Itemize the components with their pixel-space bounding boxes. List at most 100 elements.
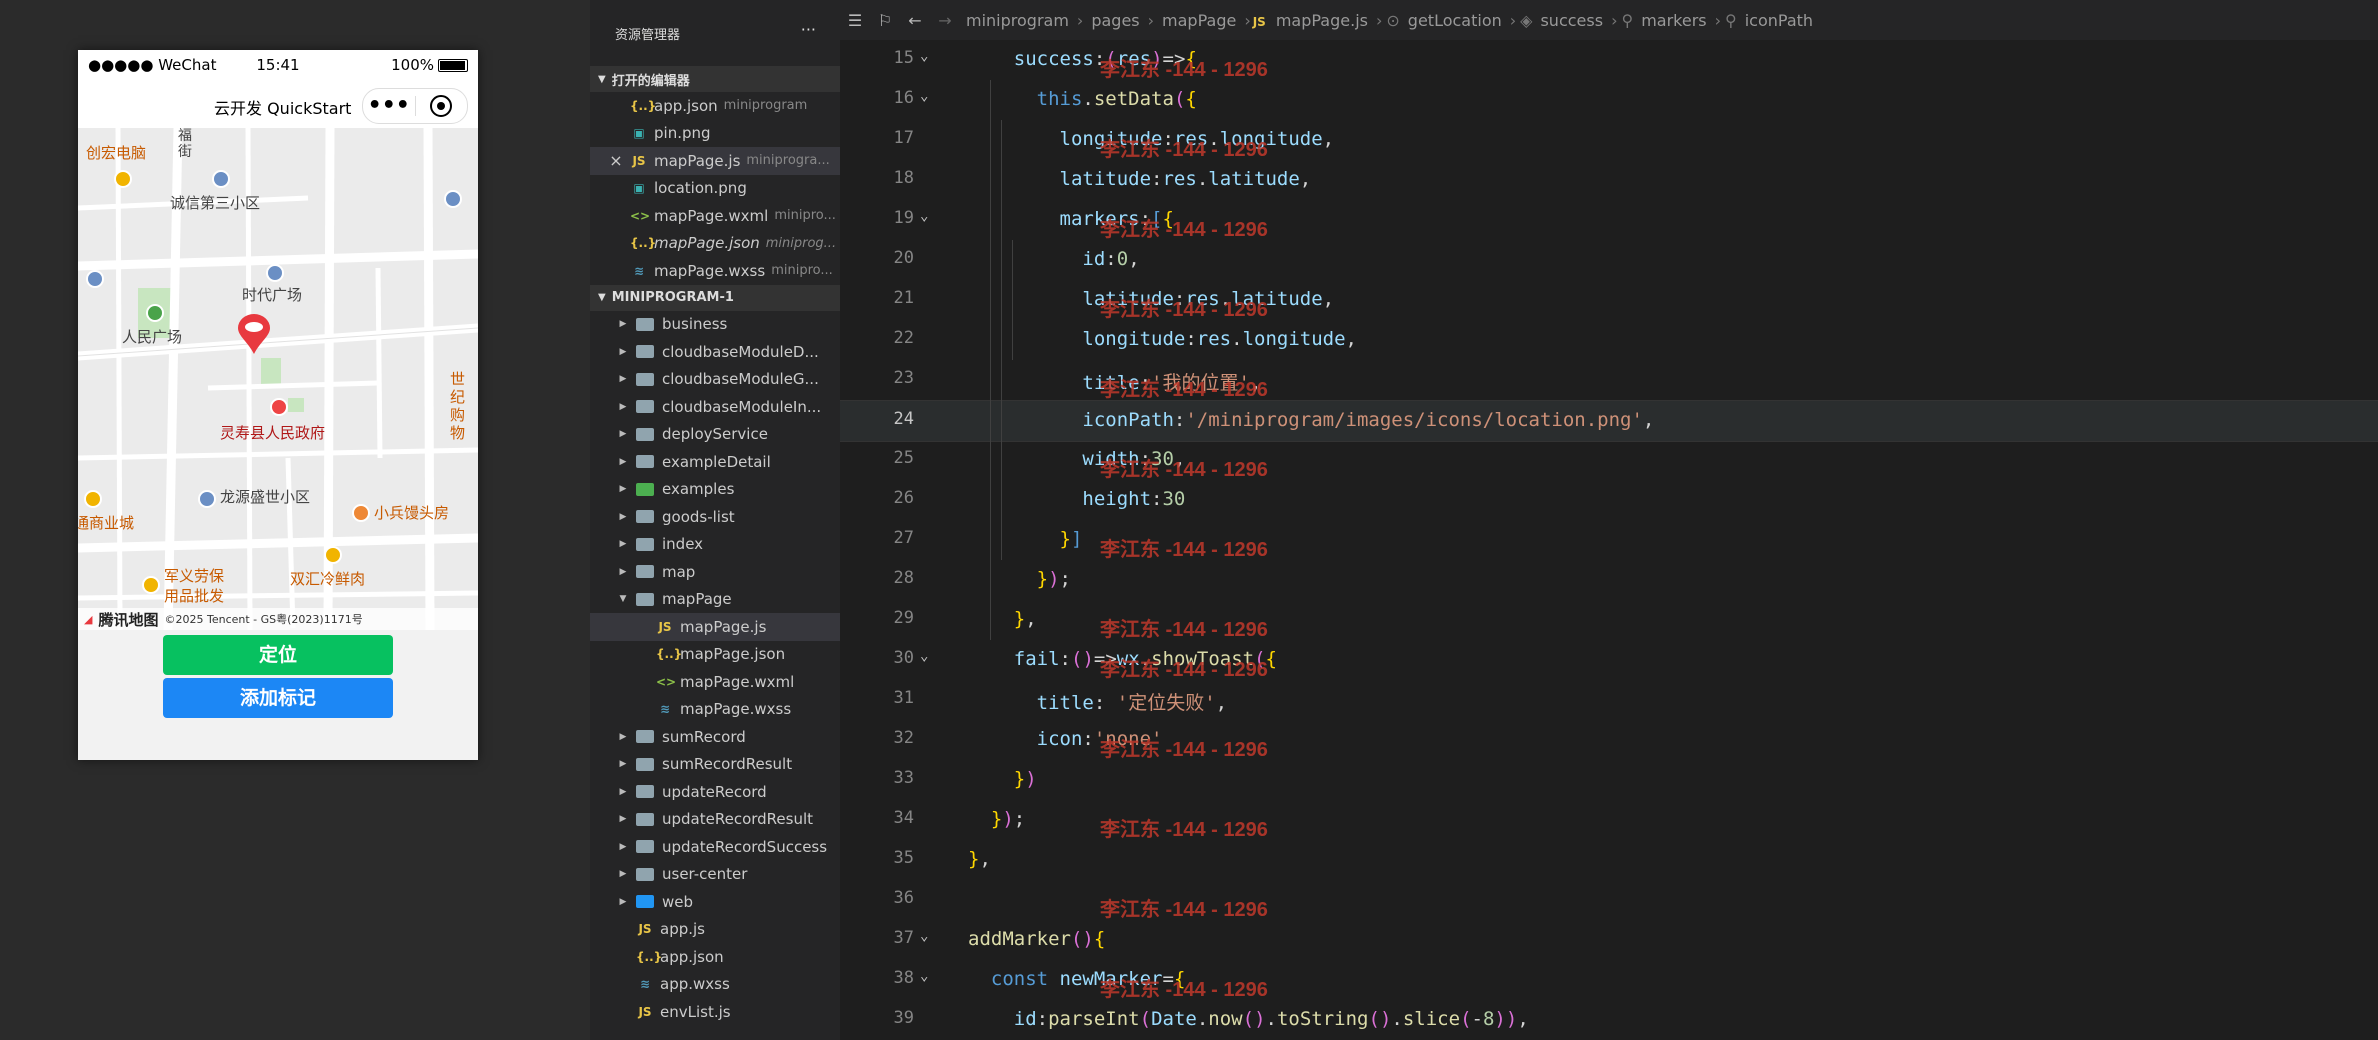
folder-item[interactable]: ▶ map [590, 558, 840, 586]
breadcrumb-item[interactable]: markers [1641, 11, 1706, 30]
folder-item[interactable]: ▶ exampleDetail [590, 448, 840, 476]
code-line[interactable]: 17 longitude:res.longitude, 李江东 -144 - 12… [840, 120, 2378, 161]
fold-chevron-icon[interactable]: ⌄ [920, 928, 928, 944]
folder-item[interactable]: ▶ cloudbaseModuleD... [590, 338, 840, 366]
project-section[interactable]: ▼ MINIPROGRAM-1 [590, 284, 840, 311]
code-line[interactable]: 39 id:parseInt(Date.now().toString().sli… [840, 1000, 2378, 1040]
code-line[interactable]: 28 }); [840, 560, 2378, 600]
code-line[interactable]: 18 latitude:res.latitude, [840, 160, 2378, 200]
more-icon[interactable]: ••• [363, 95, 415, 117]
folder-item[interactable]: ▶ sumRecordResult [590, 751, 840, 779]
folder-item[interactable]: ▶ updateRecordSuccess [590, 833, 840, 861]
breadcrumb-item[interactable]: getLocation [1408, 11, 1502, 30]
folder-item[interactable]: ▶ deployService [590, 421, 840, 449]
file-name: web [662, 892, 694, 911]
back-arrow-icon[interactable]: ← [900, 11, 930, 30]
open-editor-item[interactable]: ▣ pin.png [590, 120, 840, 148]
close-miniprogram-button[interactable] [415, 95, 467, 117]
breadcrumb-item[interactable]: miniprogram [966, 11, 1069, 30]
code-line[interactable]: 16 ⌄ this.setData({ [840, 80, 2378, 120]
code-line[interactable]: 26 height:30 [840, 480, 2378, 520]
chevron-right-icon: ▶ [619, 896, 627, 907]
code-line[interactable]: 24 iconPath:'/miniprogram/images/icons/l… [840, 400, 2378, 442]
folder-item[interactable]: ▶ business [590, 311, 840, 339]
location-marker-icon[interactable] [236, 314, 272, 354]
code-line[interactable]: 22 longitude:res.longitude, [840, 320, 2378, 360]
file-item[interactable]: ≋ mapPage.wxss [590, 696, 840, 724]
map-view[interactable]: 创宏电脑 福街 诚信第三小区 时代广场 人民广场 灵寿县人民政府 世纪购物 龙源… [78, 128, 478, 630]
fold-chevron-icon[interactable]: ⌄ [920, 648, 928, 664]
breadcrumb-item[interactable]: success [1540, 11, 1603, 30]
code-line[interactable]: 32 icon:'none' 李江东 -144 - 1296 [840, 720, 2378, 761]
folder-item[interactable]: ▶ updateRecord [590, 778, 840, 806]
folder-item[interactable]: ▶ examples [590, 476, 840, 504]
close-icon[interactable]: × [608, 151, 624, 170]
fold-chevron-icon[interactable]: ⌄ [920, 968, 928, 984]
code-line[interactable]: 33 }) [840, 760, 2378, 800]
breadcrumb-item[interactable]: mapPage.js [1276, 11, 1368, 30]
file-item[interactable]: ≋ app.wxss [590, 971, 840, 999]
folder-item[interactable]: ▼ mapPage [590, 586, 840, 614]
map-poi-icon [198, 490, 216, 508]
code-line[interactable]: 31 title: '定位失败', [840, 680, 2378, 720]
code-line[interactable]: 21 latitude:res.latitude, 李江东 -144 - 1296 [840, 280, 2378, 321]
locate-button[interactable]: 定位 [163, 635, 393, 675]
file-name: cloudbaseModuleIn... [662, 397, 822, 416]
file-item[interactable]: JS app.js [590, 916, 840, 944]
forward-arrow-icon[interactable]: → [930, 11, 960, 30]
folder-item[interactable]: ▶ sumRecord [590, 723, 840, 751]
open-editor-item[interactable]: {..} mapPage.json miniprog... [590, 230, 840, 258]
code-line[interactable]: 19 ⌄ markers:[{李江东 -144 - 1296 [840, 200, 2378, 241]
capsule-button[interactable]: ••• [362, 88, 468, 124]
bookmark-icon[interactable]: ⚐ [870, 11, 900, 30]
more-actions-icon[interactable]: ··· [801, 20, 816, 39]
folder-icon [636, 812, 654, 826]
file-item[interactable]: {..} mapPage.json [590, 641, 840, 669]
open-editor-item[interactable]: × JS mapPage.js miniprogra... [590, 147, 840, 175]
folder-item[interactable]: ▶ index [590, 531, 840, 559]
code-area[interactable]: 15 ⌄ success:(res)=>{李江东 -144 - 1296 16 ⌄ t… [840, 40, 2378, 1040]
json-file-icon: {..} [656, 647, 683, 662]
fold-chevron-icon[interactable]: ⌄ [920, 88, 928, 104]
breadcrumb-item[interactable]: mapPage [1162, 11, 1236, 30]
file-path-hint: minipro... [771, 263, 833, 279]
code-line[interactable]: 30 ⌄ fail:()=>wx.showToast({李江东 -144 - 12… [840, 640, 2378, 681]
code-line[interactable]: 37 ⌄ addMarker(){ [840, 920, 2378, 960]
file-explorer: 资源管理器 ··· ▼ 打开的编辑器 {..} app.json miniprogr… [590, 0, 840, 1040]
add-marker-button[interactable]: 添加标记 [163, 678, 393, 718]
list-icon[interactable]: ☰ [840, 11, 870, 30]
folder-item[interactable]: ▶ goods-list [590, 503, 840, 531]
code-line[interactable]: 27 }] 李江东 -144 - 1296 [840, 520, 2378, 561]
file-item[interactable]: {..} app.json [590, 943, 840, 971]
code-line[interactable]: 34 }); 李江东 -144 - 1296 [840, 800, 2378, 841]
fold-chevron-icon[interactable]: ⌄ [920, 208, 928, 224]
file-item[interactable]: JS mapPage.js [590, 613, 840, 641]
code-line[interactable]: 20 id:0, [840, 240, 2378, 280]
breadcrumb-item[interactable]: pages [1091, 11, 1139, 30]
code-line[interactable]: 15 ⌄ success:(res)=>{李江东 -144 - 1296 [840, 40, 2378, 81]
code-line[interactable]: 29 }, 李江东 -144 - 1296 [840, 600, 2378, 641]
code-line[interactable]: 25 width:30, 李江东 -144 - 1296 [840, 440, 2378, 481]
code-line[interactable]: 38 ⌄ const newMarker={李江东 -144 - 1296 [840, 960, 2378, 1001]
open-editor-item[interactable]: ▣ location.png [590, 175, 840, 203]
open-editor-item[interactable]: ≋ mapPage.wxss minipro... [590, 257, 840, 285]
open-editor-item[interactable]: <> mapPage.wxml minipro... [590, 202, 840, 230]
folder-item[interactable]: ▶ cloudbaseModuleG... [590, 366, 840, 394]
folder-item[interactable]: ▶ user-center [590, 861, 840, 889]
nav-bar: 云开发 QuickStart ••• [78, 80, 478, 128]
line-number: 20 [893, 248, 914, 268]
folder-item[interactable]: ▶ cloudbaseModuleIn... [590, 393, 840, 421]
file-item[interactable]: JS envList.js [590, 998, 840, 1026]
open-editors-section[interactable]: ▼ 打开的编辑器 [590, 66, 840, 92]
folder-item[interactable]: ▶ updateRecordResult [590, 806, 840, 834]
file-item[interactable]: <> mapPage.wxml [590, 668, 840, 696]
code-line[interactable]: 35}, [840, 840, 2378, 880]
folder-item[interactable]: ▶ web [590, 888, 840, 916]
code-line[interactable]: 23 title:'我的位置', 李江东 -144 - 1296 [840, 360, 2378, 401]
chevron-right-icon: ▶ [619, 566, 627, 577]
open-editor-item[interactable]: {..} app.json miniprogram [590, 92, 840, 120]
code-line[interactable]: 36 李江东 -144 - 1296 [840, 880, 2378, 921]
breadcrumb-item[interactable]: iconPath [1745, 11, 1813, 30]
fold-chevron-icon[interactable]: ⌄ [920, 48, 928, 64]
line-number: 39 [893, 1008, 914, 1028]
